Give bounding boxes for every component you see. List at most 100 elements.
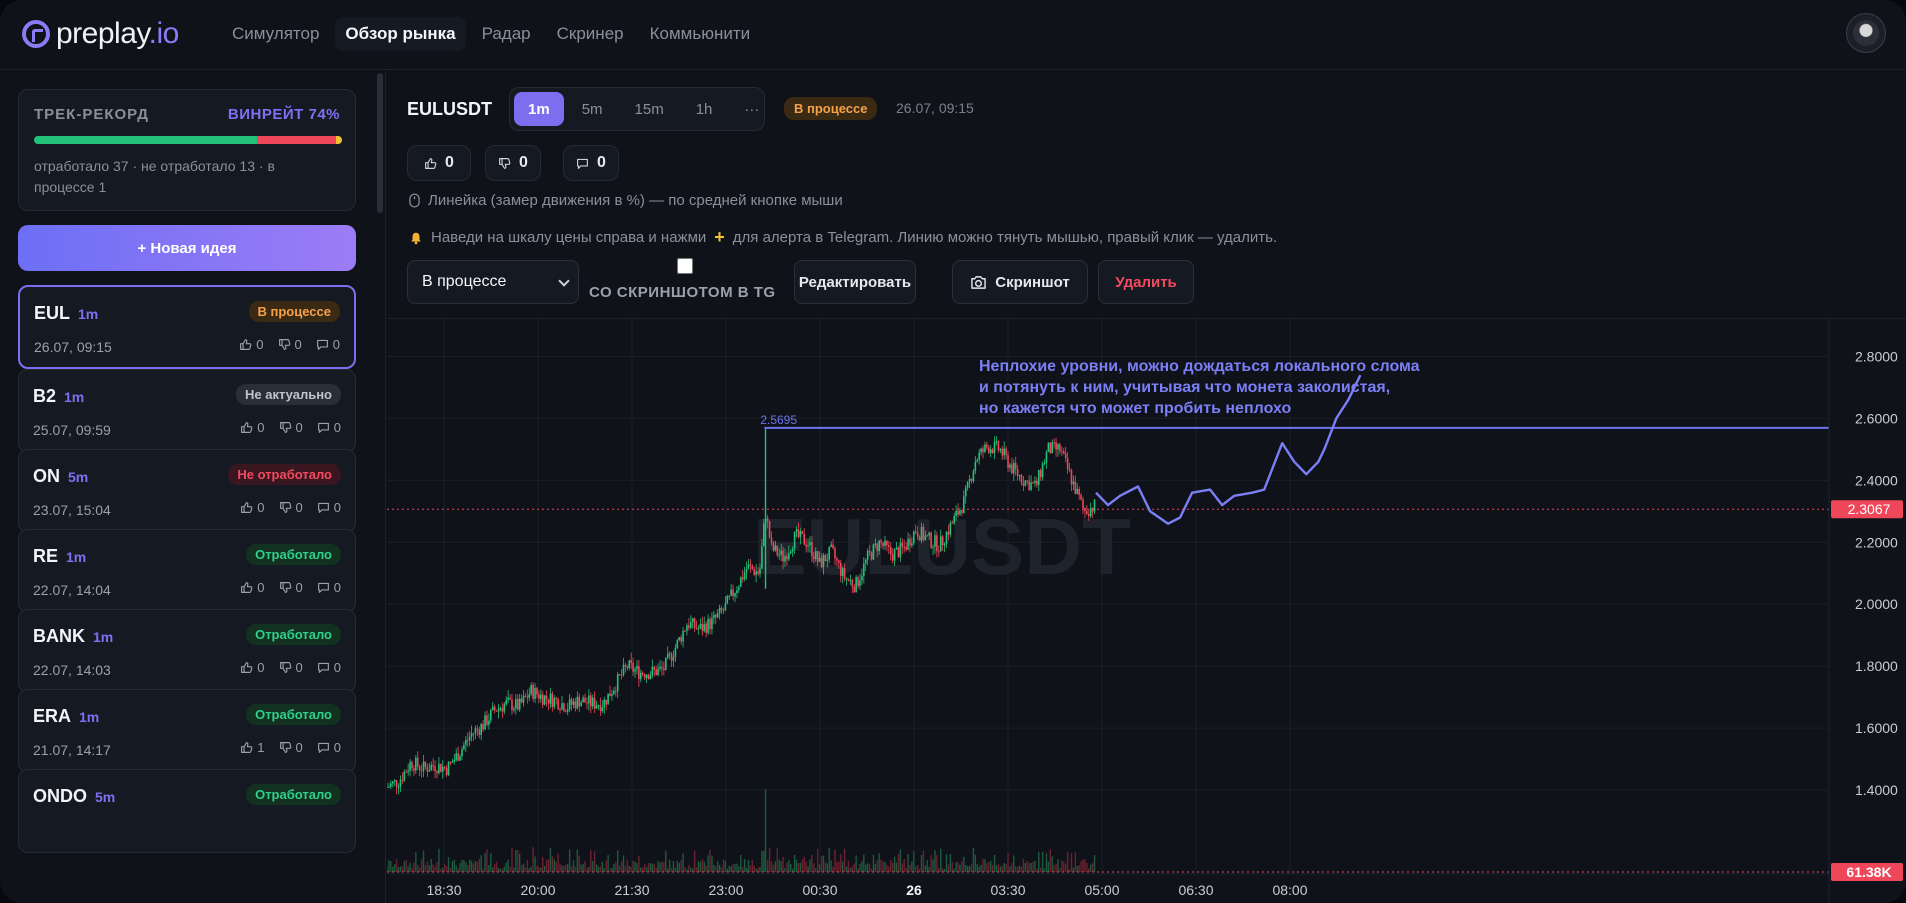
volume-bar bbox=[820, 856, 823, 872]
volume-bar bbox=[411, 868, 413, 872]
idea-card[interactable]: ON 5m Не отработало 23.07, 15:04 0 0 0 bbox=[18, 449, 356, 533]
thumbs-down-icon bbox=[278, 339, 290, 350]
tf-5m[interactable]: 5m bbox=[568, 92, 617, 126]
plus-icon: + bbox=[714, 227, 725, 247]
idea-stats: 000 bbox=[240, 420, 341, 435]
volume-bar bbox=[1009, 866, 1011, 872]
volume-bar bbox=[761, 850, 763, 872]
nav-market-overview[interactable]: Обзор рынка bbox=[335, 17, 466, 51]
sidebar-scrollbar[interactable] bbox=[377, 73, 383, 213]
candle-body bbox=[395, 780, 398, 787]
idea-card[interactable]: ERA 1m Отработало 21.07, 14:17 1 0 0 bbox=[18, 689, 356, 773]
volume-bar bbox=[797, 863, 800, 872]
comment-icon bbox=[317, 742, 329, 753]
tf-1h[interactable]: 1h bbox=[682, 92, 727, 126]
chart-canvas[interactable]: EULUSDT2.5695Неплохие уровни, можно дожд… bbox=[387, 319, 1906, 903]
comments-button[interactable]: 0 bbox=[563, 145, 619, 181]
candle-body bbox=[463, 745, 465, 750]
volume-bar bbox=[486, 849, 488, 872]
volume-bar bbox=[870, 868, 873, 872]
delete-button[interactable]: Удалить bbox=[1098, 260, 1194, 304]
edit-button[interactable]: Редактировать bbox=[794, 260, 916, 304]
price-chart[interactable]: EULUSDT 2.5695 Неплохие уровни, можно дожд… bbox=[387, 318, 1906, 903]
candle-body bbox=[476, 728, 479, 730]
volume-bar bbox=[405, 859, 407, 872]
candle-body bbox=[1007, 454, 1009, 468]
volume-bar bbox=[884, 861, 886, 872]
screenshot-button[interactable]: Скриншот bbox=[952, 260, 1088, 304]
volume-bar bbox=[490, 852, 492, 872]
candle-body bbox=[934, 535, 936, 547]
idea-card[interactable]: ONDO 5m Отработало bbox=[18, 769, 356, 853]
idea-card[interactable]: RE 1m Отработало 22.07, 14:04 0 0 0 bbox=[18, 529, 356, 613]
volume-bar bbox=[822, 855, 825, 872]
volume-bar bbox=[576, 849, 579, 872]
candle-body bbox=[968, 478, 971, 482]
volume-bar bbox=[551, 856, 554, 872]
volume-bar bbox=[393, 864, 396, 872]
candle-body bbox=[1018, 475, 1021, 477]
idea-card[interactable]: EUL 1m В процессе 26.07, 09:15 0 0 0 bbox=[18, 285, 356, 369]
idea-status-badge: Отработало bbox=[246, 784, 341, 805]
volume-bar bbox=[982, 859, 984, 872]
like-button[interactable]: 0 bbox=[407, 145, 471, 181]
volume-bar bbox=[1047, 861, 1050, 872]
new-idea-button[interactable]: + Новая идея bbox=[18, 225, 356, 271]
candle-body bbox=[897, 547, 900, 558]
volume-bar bbox=[788, 859, 790, 872]
volume-bar bbox=[847, 860, 850, 872]
candle-body bbox=[1084, 507, 1086, 512]
volume-bar bbox=[620, 861, 623, 872]
volume-bar bbox=[1082, 859, 1084, 872]
idea-date: 21.07, 14:17 bbox=[33, 742, 111, 758]
volume-bar bbox=[945, 854, 948, 872]
candle-body bbox=[420, 770, 423, 772]
volume-bar bbox=[984, 859, 986, 872]
candle-body bbox=[551, 693, 554, 707]
volume-bar bbox=[911, 861, 913, 872]
volume-bar bbox=[1018, 865, 1021, 872]
candle-body bbox=[1061, 450, 1063, 452]
status-select[interactable]: В процессе bbox=[407, 260, 579, 304]
candle-body bbox=[884, 540, 886, 547]
candle-body bbox=[1036, 480, 1038, 485]
idea-card[interactable]: BANK 1m Отработало 22.07, 14:03 0 0 0 bbox=[18, 609, 356, 693]
volume-bar bbox=[940, 848, 942, 872]
nav-community[interactable]: Коммьюнити bbox=[640, 17, 761, 51]
tf-more-button[interactable]: ··· bbox=[730, 92, 773, 126]
nav-radar[interactable]: Радар bbox=[472, 17, 541, 51]
nav-screener[interactable]: Скринер bbox=[547, 17, 634, 51]
candle-body bbox=[684, 630, 686, 632]
volume-bar bbox=[580, 864, 582, 872]
candle-body bbox=[647, 674, 650, 680]
tf-15m[interactable]: 15m bbox=[621, 92, 678, 126]
screenshot-to-tg-checkbox[interactable] bbox=[677, 258, 693, 274]
user-avatar[interactable] bbox=[1846, 13, 1886, 53]
x-tick-label: 21:30 bbox=[614, 882, 649, 898]
candle-body bbox=[861, 575, 863, 581]
candle-body bbox=[503, 704, 506, 712]
volume-bar bbox=[657, 861, 659, 872]
candle-body bbox=[791, 548, 794, 552]
volume-bar bbox=[972, 847, 975, 872]
candle-body bbox=[611, 694, 613, 697]
candle-body bbox=[609, 693, 611, 697]
dislike-button[interactable]: 0 bbox=[485, 145, 541, 181]
tf-1m[interactable]: 1m bbox=[514, 92, 564, 126]
candle-body bbox=[799, 530, 802, 538]
volume-bar bbox=[899, 849, 902, 872]
volume-bar bbox=[1065, 863, 1067, 872]
volume-bar bbox=[693, 850, 696, 872]
brand-logo[interactable]: preplay.io bbox=[22, 16, 179, 52]
volume-bar bbox=[690, 867, 692, 872]
volume-bar bbox=[436, 862, 438, 872]
ideas-sidebar: ТРЕК-РЕКОРД ВИНРЕЙТ 74% отработало 37 · … bbox=[0, 71, 386, 903]
idea-detail-panel: EULUSDT 1m 5m 15m 1h ··· В процессе 26.0… bbox=[387, 71, 1906, 903]
idea-card[interactable]: B2 1m Не актуально 25.07, 09:59 0 0 0 bbox=[18, 369, 356, 453]
volume-bar bbox=[515, 849, 517, 872]
candle-body bbox=[524, 695, 527, 697]
volume-bar bbox=[445, 866, 448, 872]
volume-bar bbox=[816, 848, 819, 872]
volume-bar bbox=[617, 850, 619, 872]
nav-simulator[interactable]: Симулятор bbox=[222, 17, 329, 51]
